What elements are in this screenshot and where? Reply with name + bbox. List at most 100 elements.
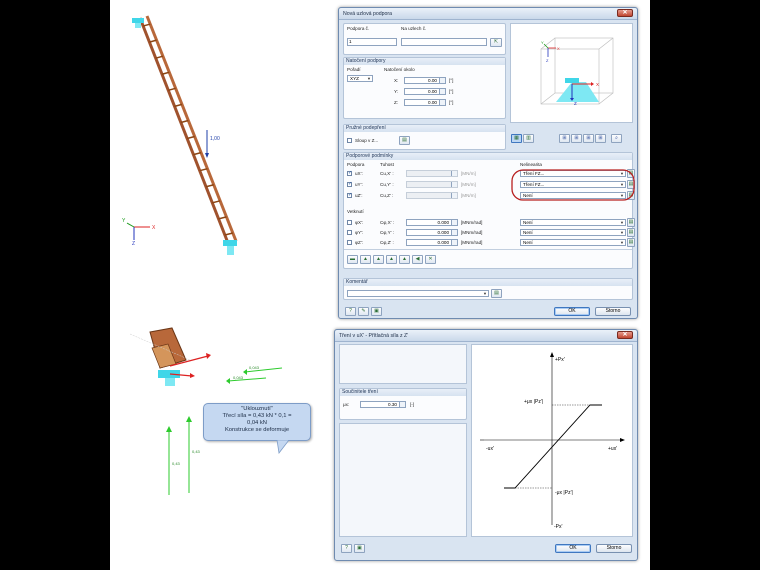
support-type-button[interactable]: ✕ xyxy=(425,255,436,264)
rotation-group-title: Natočení podpory xyxy=(344,58,505,65)
dialog2-ok-button[interactable]: OK xyxy=(555,544,591,553)
rot-stiffness-input[interactable]: 0.000 xyxy=(406,239,458,246)
edit-button[interactable]: ✎ xyxy=(358,307,369,316)
detail-force-2: 0,043 xyxy=(233,375,244,380)
detail-normal-1: 0,43 xyxy=(172,461,181,466)
svg-text:Z: Z xyxy=(574,101,577,106)
dialog2-info-button[interactable]: ▣ xyxy=(354,544,365,553)
stiffness-input[interactable] xyxy=(406,181,458,188)
rot-stiffness-input[interactable]: 0.000 xyxy=(406,219,458,226)
rotation-checkbox[interactable] xyxy=(347,230,352,235)
rotation-axis-label: X: xyxy=(394,78,399,83)
rot-stiffness-label: Cφ,Z' : xyxy=(380,240,394,245)
zoom-button[interactable]: ⌕ xyxy=(611,134,622,143)
comment-group-title: Komentář xyxy=(344,279,632,286)
column-edit-button[interactable]: ▤ xyxy=(399,136,410,145)
view-y-button[interactable]: ⊞ xyxy=(571,134,582,143)
svg-text:Y: Y xyxy=(541,40,544,45)
rot-stiffness-input[interactable]: 0.000 xyxy=(406,229,458,236)
rotation-input[interactable]: 0.00 xyxy=(404,77,446,84)
rotation-label: Natočení okolo xyxy=(384,67,415,72)
rot-nonlinearity-edit-button[interactable]: ▤ xyxy=(627,228,635,237)
dialog1-title: Nová uzlová podpora xyxy=(343,11,393,17)
ladder-rail-right xyxy=(145,15,238,242)
comment-select[interactable]: ▼ xyxy=(347,290,489,297)
conditions-group-title: Podporové podmínky xyxy=(344,153,632,160)
rot-stiffness-label: Cφ,X' : xyxy=(380,220,395,225)
view-z-button[interactable]: ⊞ xyxy=(583,134,594,143)
friction-coef-title: Součinitele tření xyxy=(340,389,466,396)
support-type-button[interactable]: ▬ xyxy=(347,255,358,264)
rot-nonlinearity-select[interactable]: Není ▼ xyxy=(520,229,626,236)
support-preview: X Z Y X Z xyxy=(510,23,633,123)
rotation-dof-label: φY': xyxy=(355,230,364,235)
elastic-group: Pružné podepření Sloup v Z... ▤ xyxy=(343,124,506,150)
ladder-rung xyxy=(212,200,221,204)
support-type-button[interactable]: ▲ xyxy=(386,255,397,264)
bottom-support-icon xyxy=(223,240,237,255)
ladder-rung xyxy=(218,216,227,220)
column-checkbox[interactable] xyxy=(347,138,352,143)
rot-nonlinearity-select[interactable]: Není ▼ xyxy=(520,239,626,246)
global-axes: X Z Y xyxy=(122,218,156,247)
info-button[interactable]: ▣ xyxy=(371,307,382,316)
nodes-label: Na uzlech č. xyxy=(401,26,427,31)
ladder-rung xyxy=(149,39,157,43)
mu-unit: [-] xyxy=(410,402,415,407)
view-front-button[interactable]: ▦ xyxy=(511,134,522,143)
support-checkbox[interactable]: ✓ xyxy=(347,182,352,187)
dialog1-close-button[interactable]: ✕ xyxy=(617,9,633,17)
rot-nonlinearity-edit-button[interactable]: ▤ xyxy=(627,218,635,227)
rot-nonlinearity-edit-button[interactable]: ▤ xyxy=(627,238,635,247)
view-x-button[interactable]: ⊞ xyxy=(559,134,570,143)
support-no-label: Podpora č. xyxy=(347,26,370,31)
support-no-input[interactable]: 1 xyxy=(347,38,397,46)
graph-nx-label: -ux' xyxy=(486,446,494,452)
comment-edit-button[interactable]: ▤ xyxy=(491,289,502,298)
support-type-button[interactable]: ◀ xyxy=(412,255,423,264)
support-type-button[interactable]: ▲ xyxy=(360,255,371,264)
support-checkbox[interactable]: ✓ xyxy=(347,193,352,198)
bubble-line-1: "Uklouznutí" xyxy=(241,406,273,412)
col-nonlinear: Nelinearita xyxy=(520,162,542,167)
view-iso-button[interactable]: ⊞ xyxy=(595,134,606,143)
rotation-input[interactable]: 0.00 xyxy=(404,88,446,95)
support-type-button[interactable]: ▲ xyxy=(373,255,384,264)
ladder-rung xyxy=(180,119,189,124)
rotation-checkbox[interactable] xyxy=(347,220,352,225)
empty-panel-top xyxy=(339,344,467,384)
ladder-rung xyxy=(161,71,170,75)
dialog1-cancel-button[interactable]: Storno xyxy=(595,307,631,316)
dialog2-help-button[interactable]: ? xyxy=(341,544,352,553)
dialog2-close-button[interactable]: ✕ xyxy=(617,331,633,339)
mu-input[interactable]: 0.30 xyxy=(360,401,406,408)
svg-text:X: X xyxy=(152,225,156,231)
help-button[interactable]: ? xyxy=(345,307,356,316)
mu-label: μx: xyxy=(343,402,350,407)
rotation-sub-label: Vetknutí xyxy=(347,209,364,214)
order-select[interactable]: XYZ ▼ xyxy=(347,75,373,82)
highlight-ellipse xyxy=(511,169,635,201)
rot-nonlinearity-select[interactable]: Není ▼ xyxy=(520,219,626,226)
stiffness-input[interactable] xyxy=(406,170,458,177)
dialog1-ok-button[interactable]: OK xyxy=(554,307,590,316)
empty-panel-bottom xyxy=(339,423,467,537)
pick-nodes-button[interactable]: ⇱ xyxy=(490,38,502,47)
stiffness-label: Cu,Y' : xyxy=(380,182,394,187)
svg-text:Y: Y xyxy=(122,218,126,224)
friction-dialog: Tření v uX' - Přítlačná síla z Z' ✕ Souč… xyxy=(334,329,638,561)
bubble-line-2: Třecí síla = 0,43 kN * 0,1 = xyxy=(222,413,292,419)
support-checkbox[interactable]: ✓ xyxy=(347,171,352,176)
dialog2-cancel-button[interactable]: Storno xyxy=(596,544,632,553)
rotation-checkbox[interactable] xyxy=(347,240,352,245)
stiffness-input[interactable] xyxy=(406,192,458,199)
dialog2-title: Tření v uX' - Přítlačná síla z Z' xyxy=(339,333,409,339)
support-dof-label: uZ': xyxy=(355,193,363,198)
view-side-button[interactable]: ▥ xyxy=(523,134,534,143)
rotation-input[interactable]: 0.00 xyxy=(404,99,446,106)
nodes-input[interactable] xyxy=(401,38,487,46)
support-type-button[interactable]: ▲ xyxy=(399,255,410,264)
graph-upper-label: +μx |Pz'| xyxy=(524,399,543,405)
dialog2-titlebar: Tření v uX' - Přítlačná síla z Z' ✕ xyxy=(335,330,637,342)
svg-text:X: X xyxy=(596,82,599,87)
